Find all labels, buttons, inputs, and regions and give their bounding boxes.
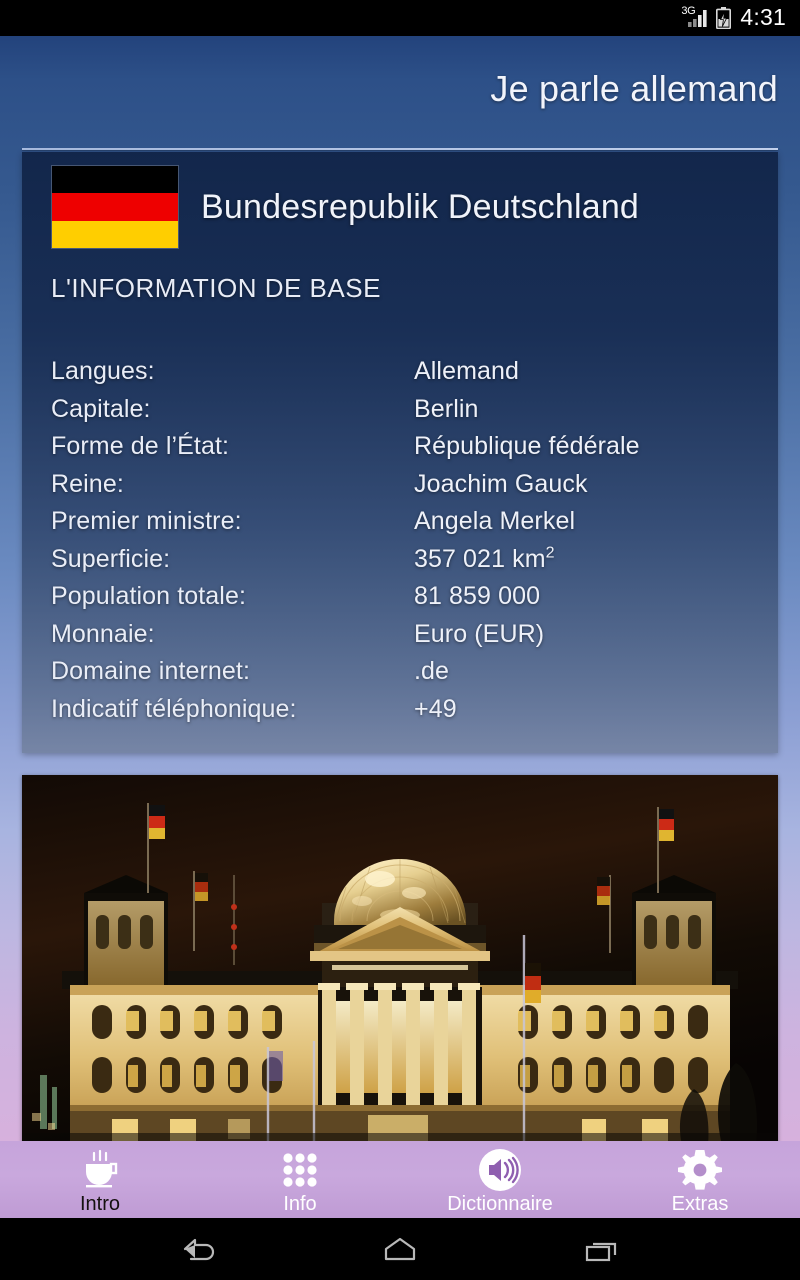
info-row: Indicatif téléphonique: +49 (51, 694, 758, 732)
app-title: Je parle allemand (490, 68, 778, 109)
info-row-value: +49 (414, 694, 457, 723)
info-row-label: Forme de l’État: (51, 432, 230, 460)
info-row-label: Reine: (51, 469, 124, 498)
gear-icon (677, 1147, 723, 1193)
home-icon (384, 1237, 416, 1261)
tab-label-info: Info (283, 1193, 317, 1215)
section-title: L'INFORMATION DE BASE (51, 273, 381, 303)
info-row: Domaine internet: .de (51, 656, 758, 694)
info-row-label: Indicatif téléphonique: (51, 694, 297, 723)
status-bar-clock: 4:31 (740, 3, 786, 30)
back-button[interactable] (123, 1218, 273, 1280)
reichstag-building-night-photo (22, 775, 778, 1145)
info-row-label: Population totale: (51, 582, 247, 610)
info-row-value: .de (414, 657, 450, 685)
tab-intro[interactable]: Intro (0, 1141, 200, 1218)
info-row-value: 357 021 km2 (414, 544, 555, 574)
tab-extras[interactable]: Extras (600, 1141, 800, 1218)
info-row: Langues: Allemand (51, 356, 758, 394)
country-info-card: Bundesrepublik Deutschland L'INFORMATION… (22, 152, 778, 753)
signal-bars-icon: 3G (681, 6, 708, 29)
speaker-sound-icon (477, 1147, 523, 1193)
grid-dots-icon (278, 1147, 322, 1193)
recent-apps-icon (585, 1242, 617, 1262)
battery-charging-icon (716, 7, 732, 30)
card-header: Bundesrepublik Deutschland (51, 165, 639, 249)
info-row-value: Berlin (414, 394, 479, 423)
info-row-value-superscript: 2 (545, 544, 555, 562)
home-button[interactable] (325, 1218, 475, 1280)
germany-flag-icon (51, 165, 179, 249)
coffee-cup-icon (78, 1147, 122, 1193)
bottom-tab-bar: Intro Info Dictionnaire Extras (0, 1141, 800, 1218)
header-divider (22, 148, 778, 150)
info-row-value: Euro (EUR) (414, 619, 545, 648)
info-row-value: Joachim Gauck (414, 469, 588, 498)
info-row-value: Angela Merkel (414, 507, 576, 535)
info-row-list: Langues: Allemand Capitale: Berlin Forme de … (51, 356, 758, 731)
recents-button[interactable] (527, 1218, 677, 1280)
info-row-label: Langues: (51, 357, 155, 385)
tab-info[interactable]: Info (200, 1141, 400, 1218)
tab-label-extras: Extras (671, 1193, 729, 1215)
info-row: Forme de l’État: République fédérale (51, 431, 758, 469)
info-row: Premier ministre: Angela Merkel (51, 506, 758, 544)
android-nav-bar (0, 1218, 800, 1280)
info-row: Capitale: Berlin (51, 394, 758, 432)
app-screen: 3G 4:31 Je parle allemand Bundesrepublik… (0, 0, 800, 1280)
info-row-value: République fédérale (414, 432, 640, 460)
info-row-label: Capitale: (51, 394, 151, 423)
back-arrow-icon (183, 1238, 215, 1261)
info-row-value-text: 357 021 km (414, 544, 546, 573)
info-row: Reine: Joachim Gauck (51, 469, 758, 507)
info-row-label: Superficie: (51, 544, 171, 573)
info-row: Population totale: 81 859 000 (51, 581, 758, 619)
android-status-bar: 3G 4:31 (0, 0, 800, 36)
tab-dictionnaire[interactable]: Dictionnaire (400, 1141, 600, 1218)
tab-label-intro: Intro (79, 1193, 121, 1215)
info-row-label: Monnaie: (51, 619, 155, 648)
info-row-label: Premier ministre: (51, 507, 242, 535)
info-row: Monnaie: Euro (EUR) (51, 619, 758, 657)
info-row-value: 81 859 000 (414, 582, 541, 610)
info-row: Superficie: 357 021 km2 (51, 544, 758, 582)
country-name: Bundesrepublik Deutschland (201, 188, 640, 226)
info-row-label: Domaine internet: (51, 657, 251, 685)
info-row-value: Allemand (414, 357, 520, 385)
tab-label-dictionnaire: Dictionnaire (447, 1193, 553, 1215)
